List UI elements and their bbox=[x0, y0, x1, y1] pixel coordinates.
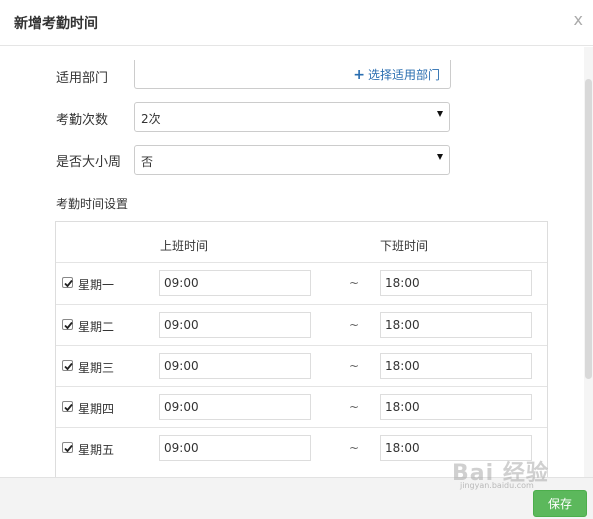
select-department-link[interactable]: + 选择适用部门 bbox=[353, 66, 440, 83]
end-time-input[interactable] bbox=[380, 270, 532, 296]
department-label: 适用部门 bbox=[56, 71, 109, 86]
attendance-count-label: 考勤次数 bbox=[56, 113, 109, 128]
table-row: 星期四 ~ bbox=[56, 387, 547, 428]
range-separator: ~ bbox=[349, 318, 360, 332]
dialog-header: 新增考勤时间 x bbox=[0, 0, 593, 46]
table-row: 星期一 ~ bbox=[56, 263, 547, 304]
start-time-input[interactable] bbox=[159, 312, 311, 338]
department-field[interactable]: + 选择适用部门 bbox=[134, 60, 451, 89]
day-label: 星期四 bbox=[78, 402, 115, 416]
day-checkbox[interactable] bbox=[62, 401, 73, 412]
day-checkbox[interactable] bbox=[62, 319, 73, 330]
time-settings-title: 考勤时间设置 bbox=[56, 197, 129, 211]
attendance-count-select[interactable]: 2次 bbox=[134, 102, 450, 132]
alternate-week-value: 否 bbox=[141, 155, 154, 169]
day-label: 星期一 bbox=[78, 278, 115, 292]
start-time-input[interactable] bbox=[159, 270, 311, 296]
start-time-input[interactable] bbox=[159, 394, 311, 420]
alternate-week-label: 是否大小周 bbox=[56, 155, 122, 170]
save-button[interactable]: 保存 bbox=[533, 490, 587, 517]
dialog-body: 适用部门 + 选择适用部门 考勤次数 2次 是否大小周 否 考勤时间设置 上班时间… bbox=[0, 47, 593, 477]
range-separator: ~ bbox=[349, 441, 360, 455]
start-time-input[interactable] bbox=[159, 353, 311, 379]
table-row: 星期三 ~ bbox=[56, 346, 547, 387]
day-checkbox[interactable] bbox=[62, 277, 73, 288]
range-separator: ~ bbox=[349, 400, 360, 414]
dialog-title: 新增考勤时间 bbox=[14, 16, 98, 32]
end-time-input[interactable] bbox=[380, 353, 532, 379]
select-department-label: 选择适用部门 bbox=[367, 68, 440, 82]
day-checkbox[interactable] bbox=[62, 442, 73, 453]
end-time-input[interactable] bbox=[380, 435, 532, 461]
scrollbar[interactable] bbox=[584, 47, 593, 477]
day-label: 星期五 bbox=[78, 443, 115, 457]
day-label: 星期二 bbox=[78, 320, 115, 334]
alternate-week-select[interactable]: 否 bbox=[134, 145, 450, 175]
dropdown-arrow-icon bbox=[437, 154, 443, 160]
table-row: 星期五 ~ bbox=[56, 428, 547, 469]
table-row: 星期二 ~ bbox=[56, 305, 547, 346]
plus-icon: + bbox=[353, 67, 365, 83]
range-separator: ~ bbox=[349, 276, 360, 290]
close-icon[interactable]: x bbox=[574, 10, 583, 29]
start-time-input[interactable] bbox=[159, 435, 311, 461]
scrollbar-thumb[interactable] bbox=[585, 79, 592, 379]
end-time-input[interactable] bbox=[380, 312, 532, 338]
start-time-header: 上班时间 bbox=[160, 239, 209, 253]
attendance-count-value: 2次 bbox=[141, 112, 161, 126]
end-time-input[interactable] bbox=[380, 394, 532, 420]
attendance-time-table: 上班时间 下班时间 星期一 ~ 星期二 ~ 星期三 ~ bbox=[55, 221, 548, 477]
day-checkbox[interactable] bbox=[62, 360, 73, 371]
range-separator: ~ bbox=[349, 359, 360, 373]
end-time-header: 下班时间 bbox=[380, 239, 429, 253]
dropdown-arrow-icon bbox=[437, 111, 443, 117]
day-label: 星期三 bbox=[78, 361, 115, 375]
dialog-footer: 保存 bbox=[0, 477, 593, 519]
